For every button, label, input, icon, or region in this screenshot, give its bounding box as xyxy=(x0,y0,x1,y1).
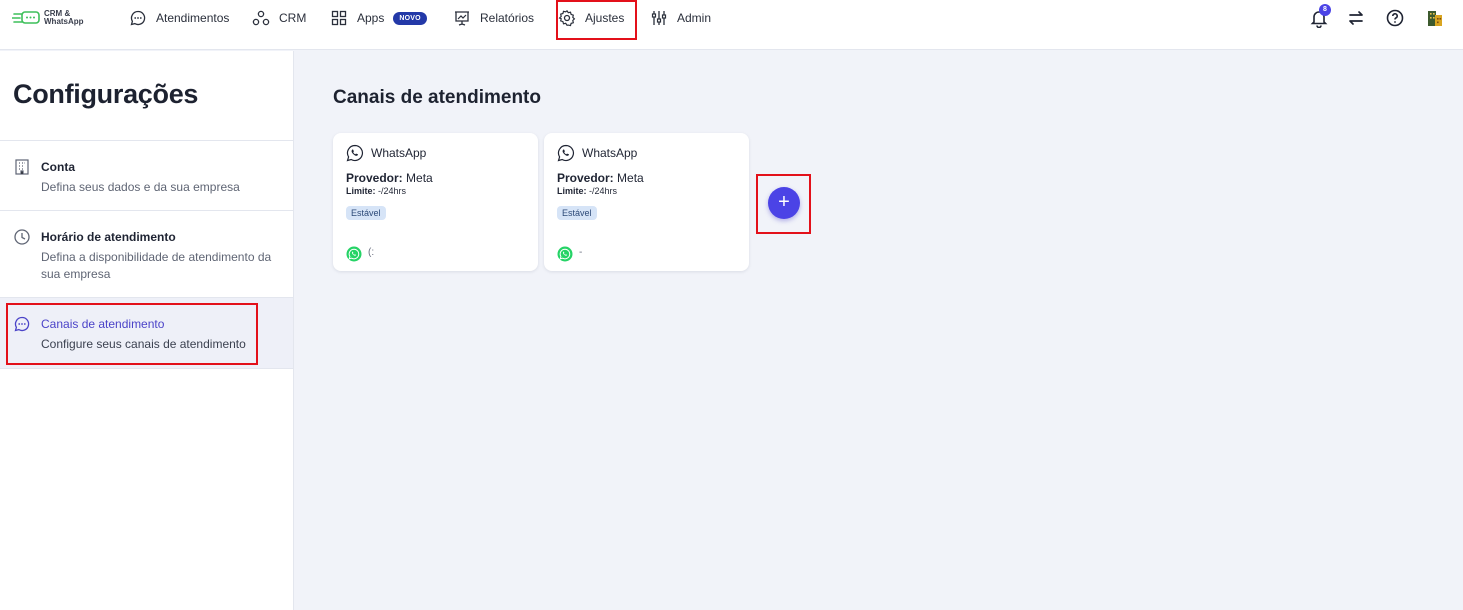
card-phone-number: (: xyxy=(368,247,375,258)
whatsapp-outline-icon xyxy=(557,144,574,162)
sidebar-item-label: Conta xyxy=(41,160,75,174)
page-title: Canais de atendimento xyxy=(333,87,541,108)
sidebar-item-label: Canais de atendimento xyxy=(41,317,165,331)
nav-relatorios[interactable]: Relatórios xyxy=(453,9,534,27)
company-icon[interactable] xyxy=(1425,8,1445,28)
add-channel-button[interactable]: + xyxy=(768,187,800,219)
provider-label: Provedor: xyxy=(346,171,403,185)
nav-label: Admin xyxy=(677,11,712,25)
nav-apps[interactable]: Apps NOVO xyxy=(330,9,427,27)
whatsapp-outline-icon xyxy=(346,144,363,162)
sidebar-item-label: Horário de atendimento xyxy=(41,230,176,244)
chat-icon xyxy=(14,316,30,332)
sidebar-item-horario[interactable]: Horário de atendimento Defina a disponib… xyxy=(0,210,293,297)
sidebar-item-desc: Configure seus canais de atendimento xyxy=(41,337,246,351)
card-channel: WhatsApp xyxy=(371,146,427,160)
provider-value: Meta xyxy=(617,171,644,185)
top-navigation: CRM & WhatsApp Atendimentos CRM Apps NOV… xyxy=(0,0,1463,50)
nav-crm[interactable]: CRM xyxy=(252,9,306,27)
logo-icon xyxy=(12,11,40,24)
provider-label: Provedor: xyxy=(557,171,614,185)
sidebar-item-desc: Defina a disponibilidade de atendimento … xyxy=(41,250,272,281)
settings-sidebar: Configurações Conta Defina seus dados e … xyxy=(0,51,294,610)
nav-atendimentos[interactable]: Atendimentos xyxy=(129,9,229,27)
card-provider: Provedor: Meta xyxy=(346,171,433,185)
limit-label: Limite: xyxy=(557,186,587,196)
grid-icon xyxy=(331,10,347,26)
provider-value: Meta xyxy=(406,171,433,185)
gear-icon xyxy=(558,9,576,27)
clock-icon xyxy=(14,229,30,245)
nav-admin[interactable]: Admin xyxy=(650,9,711,27)
app-logo[interactable]: CRM & WhatsApp xyxy=(12,10,84,26)
nav-ajustes[interactable]: Ajustes xyxy=(558,9,624,27)
whatsapp-icon xyxy=(557,246,573,262)
nav-label: Relatórios xyxy=(480,11,535,25)
card-header: WhatsApp xyxy=(346,144,426,162)
card-provider: Provedor: Meta xyxy=(557,171,644,185)
card-header: WhatsApp xyxy=(557,144,637,162)
card-phone-number: - xyxy=(579,247,583,258)
sidebar-divider xyxy=(0,368,293,369)
logo-line2: WhatsApp xyxy=(44,17,84,26)
card-limit: Limite: -/24hrs xyxy=(346,186,406,196)
status-badge: Estável xyxy=(557,206,597,220)
channel-card[interactable]: WhatsApp Provedor: Meta Limite: -/24hrs … xyxy=(333,133,538,271)
new-badge: NOVO xyxy=(393,11,427,25)
help-icon[interactable] xyxy=(1385,8,1405,28)
channel-card[interactable]: WhatsApp Provedor: Meta Limite: -/24hrs … xyxy=(544,133,749,271)
building-icon xyxy=(15,159,29,175)
sidebar-item-conta[interactable]: Conta Defina seus dados e da sua empresa xyxy=(0,140,293,210)
nav-label: CRM xyxy=(279,11,307,25)
card-channel: WhatsApp xyxy=(582,146,638,160)
nav-label: Atendimentos xyxy=(156,11,230,25)
chat-icon xyxy=(130,10,146,26)
sidebar-item-desc: Defina seus dados e da sua empresa xyxy=(41,180,240,194)
scrollbar[interactable] xyxy=(1453,51,1463,610)
presentation-icon xyxy=(455,11,469,26)
card-limit: Limite: -/24hrs xyxy=(557,186,617,196)
whatsapp-icon xyxy=(346,246,362,262)
sliders-icon xyxy=(651,11,667,25)
swap-icon[interactable] xyxy=(1346,8,1366,28)
limit-label: Limite: xyxy=(346,186,376,196)
sidebar-item-canais[interactable]: Canais de atendimento Configure seus can… xyxy=(0,297,293,368)
sidebar-title: Configurações xyxy=(13,79,199,109)
notification-count: 8 xyxy=(1319,4,1331,16)
nodes-icon xyxy=(252,10,270,26)
limit-value: -/24hrs xyxy=(589,186,618,196)
limit-value: -/24hrs xyxy=(378,186,407,196)
nav-label: Ajustes xyxy=(585,11,625,25)
nav-label: Apps xyxy=(357,11,385,25)
status-badge: Estável xyxy=(346,206,386,220)
logo-text: CRM & WhatsApp xyxy=(44,10,84,26)
